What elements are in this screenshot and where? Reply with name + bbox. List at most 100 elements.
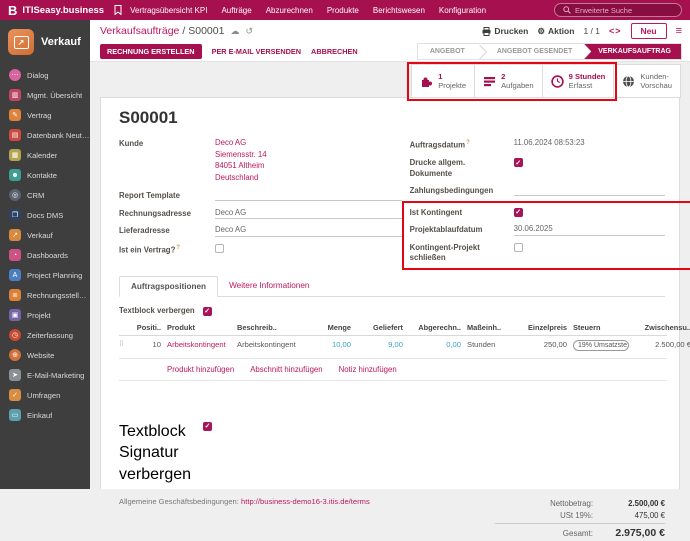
invoice-address-field[interactable]: Deco AG xyxy=(215,208,402,220)
pager-next-icon[interactable]: > xyxy=(615,26,621,36)
sidebar-item-email-marketing[interactable]: ➤E-Mail-Marketing xyxy=(0,365,90,385)
cell-qty[interactable]: 10,00 xyxy=(317,340,357,350)
cell-description[interactable]: Arbeitskontingent xyxy=(237,340,317,350)
project-expiry-date-field[interactable]: 30.06.2025 xyxy=(514,224,665,236)
sidebar-item-dialog[interactable]: ⋯Dialog xyxy=(0,65,90,85)
print-documents-checkbox[interactable] xyxy=(514,158,523,167)
col-abgerechnet[interactable]: Abgerechn.. xyxy=(409,323,467,332)
table-row[interactable]: ⠿ 10 Arbeitskontingent Arbeitskontingent… xyxy=(119,336,667,359)
customer-preview-smart-button[interactable]: Kunden-Vorschau xyxy=(613,64,681,98)
cell-uom[interactable]: Stunden xyxy=(467,340,515,350)
brand-name[interactable]: ITISeasy.business xyxy=(22,5,104,16)
add-product-link[interactable]: Produkt hinzufügen xyxy=(167,365,234,374)
net-amount-label: Nettobetrag: xyxy=(550,499,593,508)
sidebar-item-datenbank-neutralisieren[interactable]: ▤Datenbank Neutralisie.. xyxy=(0,125,90,145)
add-section-link[interactable]: Abschnitt hinzufügen xyxy=(250,365,322,374)
menu-konfiguration[interactable]: Konfiguration xyxy=(439,6,486,15)
sidebar-item-project-planning[interactable]: AProject Planning xyxy=(0,265,90,285)
sidebar-item-website[interactable]: ⊕Website xyxy=(0,345,90,365)
action-menu-button[interactable]: ⚙ Aktion xyxy=(537,26,574,37)
status-step-angebot[interactable]: ANGEBOT xyxy=(418,44,477,59)
new-button[interactable]: Neu xyxy=(631,23,667,39)
col-position[interactable]: Positi.. xyxy=(133,323,167,332)
sidebar-item-einkauf[interactable]: ▭Einkauf xyxy=(0,405,90,425)
hide-signature-textblock-checkbox[interactable] xyxy=(203,422,212,431)
sidebar-item-projekt[interactable]: ▣Projekt xyxy=(0,305,90,325)
field-label-report-template: Report Template xyxy=(119,190,215,202)
drag-handle-icon[interactable]: ⠿ xyxy=(119,340,133,349)
order-lines-table: Positi.. Produkt Beschreib.. Menge Gelie… xyxy=(119,323,667,381)
menu-produkte[interactable]: Produkte xyxy=(327,6,359,15)
tax-amount-value: 475,00 € xyxy=(603,511,665,520)
close-quota-project-checkbox[interactable] xyxy=(514,243,523,252)
pager-arrows[interactable]: <> xyxy=(609,26,622,36)
col-produkt[interactable]: Produkt xyxy=(167,323,237,332)
sidebar-item-vertrag[interactable]: ✎Vertrag xyxy=(0,105,90,125)
col-geliefert[interactable]: Geliefert xyxy=(357,323,409,332)
discard-icon[interactable]: ↺ xyxy=(245,26,253,37)
tax-amount-label: USt 19%: xyxy=(560,511,593,520)
sidebar-item-verkauf[interactable]: ↗Verkauf xyxy=(0,225,90,245)
add-note-link[interactable]: Notiz hinzufügen xyxy=(339,365,397,374)
col-masseinheit[interactable]: Maßeinh.. xyxy=(467,323,515,332)
sidebar-item-kalender[interactable]: ▦Kalender xyxy=(0,145,90,165)
cell-subtotal[interactable]: 2.500,00 € xyxy=(635,340,690,350)
col-einzelpreis[interactable]: Einzelpreis xyxy=(515,323,573,332)
projects-smart-button[interactable]: 1Projekte xyxy=(411,64,475,98)
create-invoice-button[interactable]: RECHNUNG ERSTELLEN xyxy=(100,44,202,59)
printer-icon xyxy=(482,27,491,36)
tab-auftragspositionen[interactable]: Auftragspositionen xyxy=(119,276,218,297)
hide-textblock-checkbox[interactable] xyxy=(203,307,212,316)
status-step-verkaufsauftrag[interactable]: VERKAUFSAUFTRAG xyxy=(584,44,681,59)
menu-vertragsuebersicht-kpi[interactable]: Vertragsübersicht KPI xyxy=(130,6,207,15)
menu-berichtswesen[interactable]: Berichtswesen xyxy=(373,6,425,15)
app-logo[interactable]: B xyxy=(8,3,17,18)
main-area: Verkaufsaufträge / S00001 ☁ ↺ Drucken ⚙ … xyxy=(90,20,690,489)
col-zwischensumme[interactable]: Zwischensu.. xyxy=(635,323,690,332)
report-template-field[interactable] xyxy=(215,190,402,201)
cell-product[interactable]: Arbeitskontingent xyxy=(167,340,237,350)
menu-abzurechnen[interactable]: Abzurechnen xyxy=(266,6,313,15)
sidebar-item-crm[interactable]: ◎CRM xyxy=(0,185,90,205)
is-contract-checkbox[interactable] xyxy=(215,244,224,253)
sidebar-item-rechnungsstellung[interactable]: ≣Rechnungsstellung xyxy=(0,285,90,305)
sidebar-item-docs-dms[interactable]: ❐Docs DMS xyxy=(0,205,90,225)
tax-tag[interactable]: 19% Umsatzste xyxy=(573,340,629,351)
search-input[interactable]: Erweiterte Suche xyxy=(554,3,682,17)
col-menge[interactable]: Menge xyxy=(317,323,357,332)
save-cloud-icon[interactable]: ☁ xyxy=(230,26,239,37)
breadcrumb-parent[interactable]: Verkaufsaufträge xyxy=(100,25,179,37)
menu-auftraege[interactable]: Aufträge xyxy=(221,6,251,15)
cell-invoiced[interactable]: 0,00 xyxy=(409,340,467,350)
order-date-field[interactable]: 11.06.2024 08:53:23 xyxy=(514,138,665,149)
statusbar: ANGEBOT ANGEBOT GESENDET VERKAUFSAUFTRAG xyxy=(417,43,682,60)
terms-link[interactable]: http://business-demo16-3.itis.de/terms xyxy=(241,497,370,506)
sidebar-item-kontakte[interactable]: ☻Kontakte xyxy=(0,165,90,185)
cancel-button[interactable]: ABBRECHEN xyxy=(311,47,358,56)
sidebar-item-umfragen[interactable]: ✓Umfragen xyxy=(0,385,90,405)
app-sidebar: ↗ Verkauf ⋯Dialog ▥Mgmt. Übersicht ✎Vert… xyxy=(0,20,90,489)
payment-terms-field[interactable] xyxy=(514,185,665,196)
bookmark-icon[interactable] xyxy=(114,5,122,15)
sidebar-item-dashboards[interactable]: ◔Dashboards xyxy=(0,245,90,265)
form-sheet: S00001 Kunde Deco AG Siemensstr. 14 8405… xyxy=(100,97,680,489)
cell-position[interactable]: 10 xyxy=(133,340,167,350)
col-steuern[interactable]: Steuern xyxy=(573,323,635,332)
tasks-smart-button[interactable]: 2Aufgaben xyxy=(474,64,543,98)
cell-delivered[interactable]: 9,00 xyxy=(357,340,409,350)
status-step-angebot-gesendet[interactable]: ANGEBOT GESENDET xyxy=(485,44,584,59)
cell-unit-price[interactable]: 250,00 xyxy=(515,340,573,350)
view-switch-icon[interactable]: ≡ xyxy=(676,25,682,37)
sidebar-item-mgmt-uebersicht[interactable]: ▥Mgmt. Übersicht xyxy=(0,85,90,105)
is-quota-checkbox[interactable] xyxy=(514,208,523,217)
sidebar-item-zeiterfassung[interactable]: ◷Zeiterfassung xyxy=(0,325,90,345)
sidebar-app-header[interactable]: ↗ Verkauf xyxy=(0,20,90,65)
col-beschreibung[interactable]: Beschreib.. xyxy=(237,323,317,332)
tab-weitere-informationen[interactable]: Weitere Informationen xyxy=(218,276,320,296)
sidebar-app-name: Verkauf xyxy=(41,36,81,48)
timesheet-smart-button[interactable]: 9 StundenErfasst xyxy=(542,64,615,98)
customer-field[interactable]: Deco AG Siemensstr. 14 84051 Altheim Deu… xyxy=(215,138,402,184)
print-button[interactable]: Drucken xyxy=(482,26,528,36)
send-email-button[interactable]: PER E-MAIL VERSENDEN xyxy=(212,47,301,56)
delivery-address-field[interactable]: Deco AG xyxy=(215,225,402,237)
